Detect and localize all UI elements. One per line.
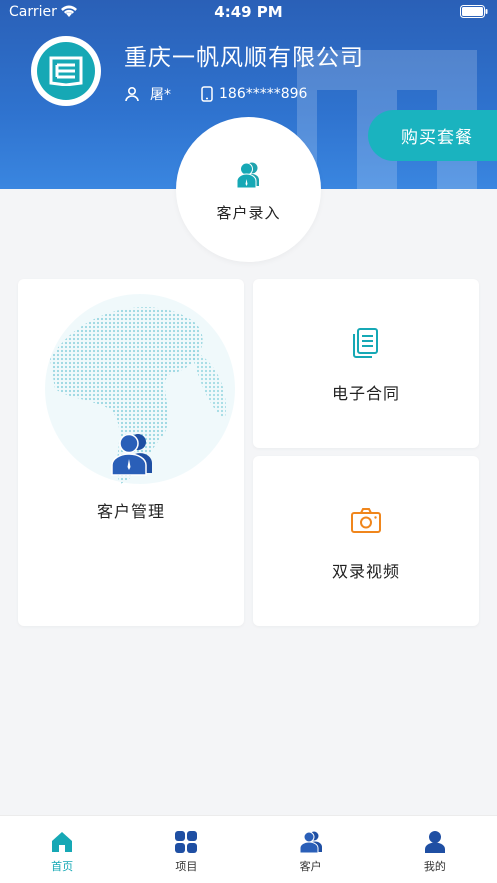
dual-recording-video-label: 双录视频: [331, 562, 400, 581]
tab-projects-label: 项目: [175, 860, 198, 873]
battery-icon: [460, 5, 488, 18]
tab-mine[interactable]: 我的: [373, 816, 497, 883]
customer-entry-icon: [236, 162, 259, 189]
camera-icon: [351, 508, 381, 533]
tab-home[interactable]: 首页: [0, 816, 124, 883]
customer-icon: [299, 831, 322, 854]
buy-package-button[interactable]: 购买套餐: [368, 110, 497, 161]
customer-management-card[interactable]: 客户管理: [18, 279, 244, 626]
user-icon: [125, 86, 139, 102]
user-name: 屠*: [150, 87, 171, 103]
e-contract-label: 电子合同: [331, 384, 400, 403]
phone-number: 186*****896: [219, 86, 308, 102]
home-icon: [52, 832, 73, 852]
dual-recording-video-card[interactable]: 双录视频: [253, 456, 479, 626]
document-icon: [353, 328, 378, 358]
customer-entry-label: 客户录入: [216, 204, 281, 222]
e-contract-card[interactable]: 电子合同: [253, 279, 479, 448]
profile-icon: [424, 831, 445, 853]
tab-bar: 首页 项目 客户 我的: [0, 815, 497, 883]
phone-icon: [201, 86, 213, 102]
company-logo-icon: [49, 56, 83, 86]
tab-projects[interactable]: 项目: [124, 816, 248, 883]
grid-icon: [175, 831, 198, 853]
user-info: 屠* 186*****896: [124, 84, 307, 104]
tab-customers-label: 客户: [299, 860, 322, 873]
customer-management-label: 客户管理: [96, 502, 165, 521]
tab-customers[interactable]: 客户: [249, 816, 373, 883]
customer-management-icon: [111, 433, 152, 476]
tab-mine-label: 我的: [423, 860, 446, 873]
clock: 4:49 PM: [214, 3, 283, 21]
company-logo: [31, 36, 101, 106]
status-bar: Carrier 4:49 PM: [0, 0, 497, 26]
tab-home-label: 首页: [51, 860, 74, 873]
company-name: 重庆一帆风顺有限公司: [124, 45, 364, 71]
customer-entry-button[interactable]: 客户录入: [176, 117, 321, 262]
